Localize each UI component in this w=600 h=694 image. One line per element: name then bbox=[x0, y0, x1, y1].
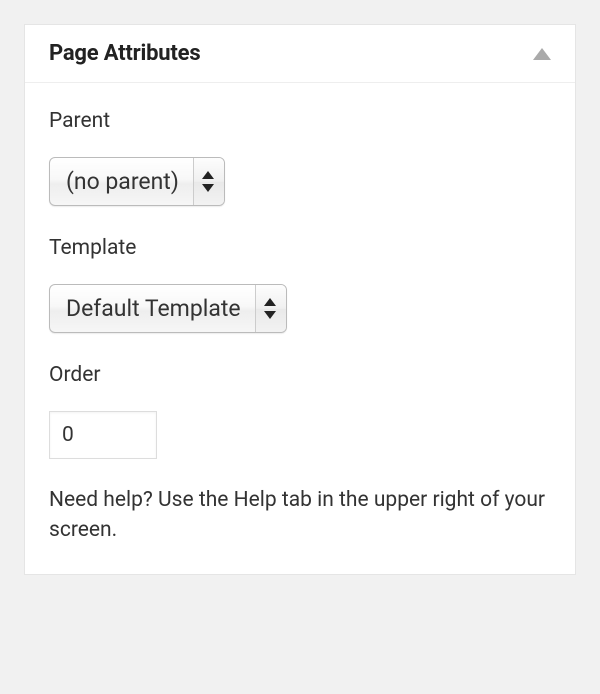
template-field: Template Default Template bbox=[49, 236, 551, 333]
chevron-down-icon bbox=[264, 311, 276, 319]
template-select-value: Default Template bbox=[50, 285, 255, 332]
panel-header[interactable]: Page Attributes bbox=[25, 25, 575, 83]
collapse-icon bbox=[533, 48, 551, 60]
order-input[interactable] bbox=[49, 411, 157, 459]
select-arrows-icon bbox=[193, 158, 224, 205]
template-label: Template bbox=[49, 236, 551, 260]
select-arrows-icon bbox=[255, 285, 286, 332]
parent-select[interactable]: (no parent) bbox=[49, 157, 225, 206]
parent-label: Parent bbox=[49, 109, 551, 133]
order-field: Order bbox=[49, 363, 551, 459]
page-attributes-panel: Page Attributes Parent (no parent) Templ… bbox=[24, 24, 576, 575]
help-text: Need help? Use the Help tab in the upper… bbox=[49, 485, 551, 546]
template-select[interactable]: Default Template bbox=[49, 284, 287, 333]
parent-field: Parent (no parent) bbox=[49, 109, 551, 206]
panel-title: Page Attributes bbox=[49, 41, 200, 66]
order-label: Order bbox=[49, 363, 551, 387]
chevron-up-icon bbox=[264, 298, 276, 306]
chevron-up-icon bbox=[202, 171, 214, 179]
parent-select-value: (no parent) bbox=[50, 158, 193, 205]
chevron-down-icon bbox=[202, 184, 214, 192]
panel-body: Parent (no parent) Template Default Temp… bbox=[25, 83, 575, 574]
